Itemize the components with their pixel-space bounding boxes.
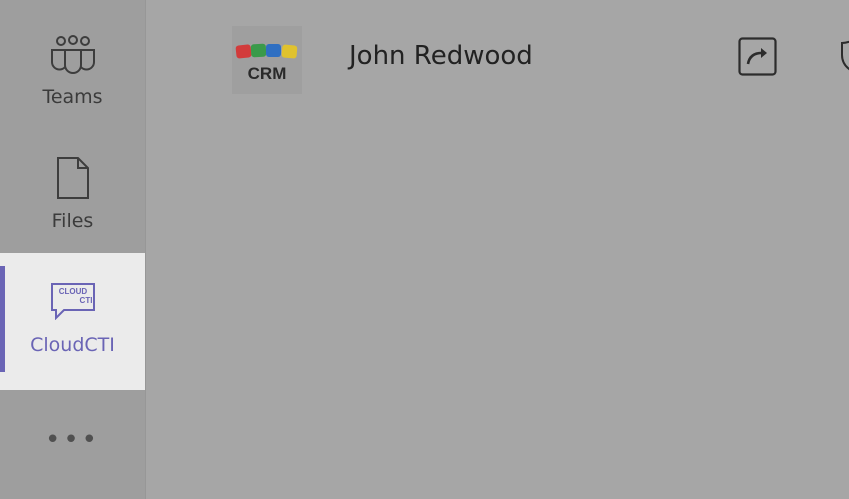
rail-item-label: Files [51,210,94,232]
rail-item-files[interactable]: Files [0,156,145,232]
shield-icon[interactable] [838,35,849,75]
cloudcti-icon-text: CLOUD [58,287,87,296]
teams-icon [48,34,98,80]
cloudcti-icon-text: CTI [79,296,92,305]
rail-item-label: Teams [42,86,103,108]
popout-button[interactable] [738,37,777,76]
more-icon: ••• [44,425,100,455]
crm-logo-text: CRM [247,64,287,83]
cloudcti-icon: CLOUD CTI [49,282,97,324]
app-rail: Teams Files CLOUD CTI CloudCTI ••• [0,0,146,499]
contact-name: John Redwood [349,41,533,71]
rail-item-cloudcti[interactable]: CLOUD CTI CloudCTI [0,253,145,390]
rail-item-label: CloudCTI [30,334,115,356]
rail-item-more[interactable]: ••• [0,425,145,455]
crm-logo: CRM [232,26,302,94]
app-window: Teams Files CLOUD CTI CloudCTI ••• CRM J… [0,0,849,499]
file-icon [55,156,91,204]
rail-item-teams[interactable]: Teams [0,34,145,108]
crm-logo-blocks [235,43,298,59]
popout-icon [738,37,777,76]
active-indicator [0,266,5,372]
